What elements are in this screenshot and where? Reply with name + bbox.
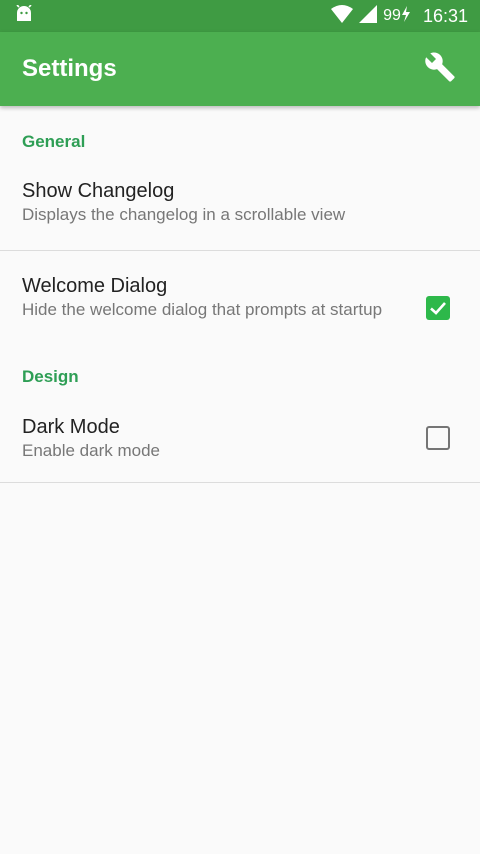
app-bar: Settings (0, 32, 480, 106)
category-general: General (22, 132, 86, 151)
wrench-icon (424, 51, 456, 88)
pref-title: Welcome Dialog (22, 275, 168, 297)
pref-title: Show Changelog (22, 180, 175, 202)
page-title: Settings (22, 55, 117, 82)
check-icon (426, 302, 450, 324)
welcome-dialog-checkbox[interactable] (426, 296, 450, 320)
cell-signal-icon (359, 4, 378, 28)
status-bar: 99 16:31 (0, 0, 480, 32)
pref-dark-mode[interactable]: Dark Mode Enable dark mode (0, 414, 480, 462)
android-notification-icon (14, 3, 34, 28)
dark-mode-checkbox[interactable] (426, 426, 450, 450)
wrench-button[interactable] (420, 49, 460, 89)
battery-indicator: 99 (383, 5, 411, 27)
pref-summary: Enable dark mode (22, 441, 160, 460)
category-design: Design (22, 367, 79, 386)
clock: 16:31 (422, 5, 468, 26)
wifi-icon (331, 4, 354, 28)
pref-summary: Displays the changelog in a scrollable v… (22, 205, 346, 224)
battery-level: 99 (383, 7, 401, 24)
divider (0, 482, 480, 483)
pref-show-changelog[interactable]: Show Changelog Displays the changelog in… (0, 178, 480, 226)
pref-title: Dark Mode (22, 416, 120, 438)
pref-summary: Hide the welcome dialog that prompts at … (22, 300, 383, 319)
settings-list: General Show Changelog Displays the chan… (0, 106, 480, 483)
pref-welcome-dialog[interactable]: Welcome Dialog Hide the welcome dialog t… (0, 273, 480, 321)
charging-icon (401, 5, 411, 27)
